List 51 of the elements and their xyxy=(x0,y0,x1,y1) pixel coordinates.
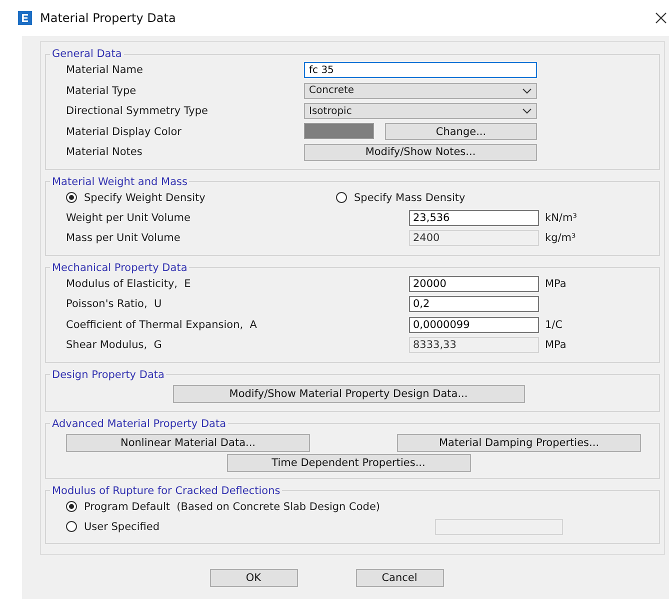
field-label: Material Name xyxy=(66,64,144,76)
field-label: Mass per Unit Volume xyxy=(66,232,182,244)
radio-button[interactable] xyxy=(66,501,77,512)
group-title: Design Property Data xyxy=(51,368,166,380)
group-title: Advanced Material Property Data xyxy=(51,418,228,430)
radio-label: Program Default (Based on Concrete Slab Design Code) xyxy=(84,500,380,512)
unit-label: MPa xyxy=(545,278,566,290)
number-field[interactable]: 0,2 xyxy=(409,296,539,312)
chevron-icon xyxy=(522,108,532,114)
radio-button[interactable] xyxy=(66,192,77,203)
field-label: Material Display Color xyxy=(66,126,182,138)
advanced-button[interactable]: Nonlinear Material Data... xyxy=(66,434,310,452)
notes-button[interactable]: Modify/Show Notes... xyxy=(304,144,537,161)
field-label: Shear Modulus, G xyxy=(66,339,163,352)
number-field[interactable]: 23,536 xyxy=(409,210,539,226)
change-button[interactable]: Change... xyxy=(385,123,537,140)
chevron-icon xyxy=(522,88,532,94)
dropdown[interactable]: Concrete xyxy=(304,82,537,99)
app-icon xyxy=(18,11,32,25)
unit-label: kg/m³ xyxy=(545,232,576,244)
radio-button[interactable] xyxy=(66,521,77,532)
group-title: Mechanical Property Data xyxy=(51,262,188,274)
group-title: General Data xyxy=(51,48,123,60)
advanced-button[interactable]: Time Dependent Properties... xyxy=(226,454,470,472)
field-label: Material Notes xyxy=(66,146,144,158)
radio-label: Specify Weight Density xyxy=(84,192,206,204)
unit-label: 1/C xyxy=(545,318,563,331)
field-label: Material Type xyxy=(66,84,138,97)
group-title: Material Weight and Mass xyxy=(51,176,188,188)
text-field[interactable]: fc 35 xyxy=(304,62,537,78)
dialog-button[interactable]: Cancel xyxy=(356,568,444,586)
unit-label: MPa xyxy=(545,339,566,352)
dialog-button[interactable]: OK xyxy=(210,568,298,586)
unit-label: kN/m³ xyxy=(545,212,577,224)
close-icon[interactable] xyxy=(655,12,667,24)
dropdown[interactable]: Isotropic xyxy=(304,103,537,120)
radio-button[interactable] xyxy=(336,192,347,203)
field-label: Coefficient of Thermal Expansion, A xyxy=(66,318,258,331)
radio-label: User Specified xyxy=(84,520,160,532)
radio-label: Specify Mass Density xyxy=(354,192,466,204)
color-swatch[interactable] xyxy=(304,123,374,140)
field-label: Directional Symmetry Type xyxy=(66,105,210,118)
window-title: Material Property Data xyxy=(40,11,176,25)
advanced-button[interactable]: Material Damping Properties... xyxy=(397,434,641,452)
field-label: Modulus of Elasticity, E xyxy=(66,278,192,290)
group-title: Modulus of Rupture for Cracked Deflections xyxy=(51,484,282,496)
field-label: Weight per Unit Volume xyxy=(66,212,192,224)
design-data-button[interactable]: Modify/Show Material Property Design Data... xyxy=(172,384,524,402)
field-label: Poisson's Ratio, U xyxy=(66,298,163,310)
number-field[interactable]: 0,0000099 xyxy=(409,316,539,333)
number-field[interactable]: 20000 xyxy=(409,276,539,292)
